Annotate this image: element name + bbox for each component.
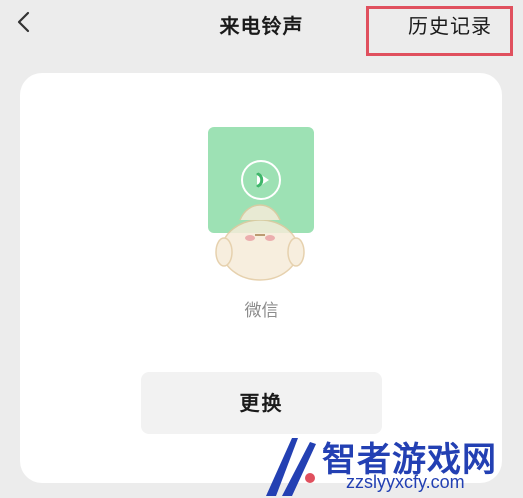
watermark: 智者游戏网 zzslyyxcfy.com [258,422,523,498]
mascot-illustration [215,204,305,281]
watermark-subtitle: zzslyyxcfy.com [346,472,465,492]
watermark-logo-icon [266,438,316,496]
ringtone-name: 微信 [244,301,279,321]
annotation-highlight-box [366,6,513,56]
